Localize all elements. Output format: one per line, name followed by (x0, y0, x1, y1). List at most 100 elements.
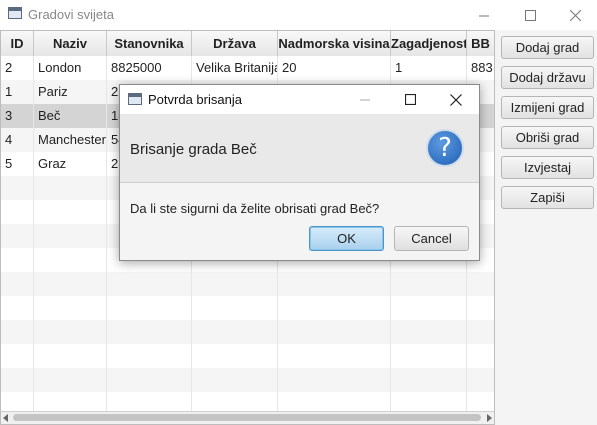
table-cell (34, 320, 107, 344)
table-cell: Pariz (34, 80, 107, 104)
column-header[interactable]: BB (467, 31, 494, 56)
delete-city-button[interactable]: Obriši grad (501, 126, 594, 149)
table-cell (34, 368, 107, 392)
table-cell (1, 176, 34, 200)
column-header[interactable]: ID (1, 31, 34, 56)
save-button[interactable]: Zapiši (501, 186, 594, 209)
table-cell (467, 272, 494, 296)
table-cell (278, 296, 391, 320)
column-header[interactable]: Zagadjenost (391, 31, 467, 56)
table-cell (391, 344, 467, 368)
table-cell (107, 272, 192, 296)
maximize-icon (524, 9, 536, 21)
report-button[interactable]: Izvjestaj (501, 156, 594, 179)
table-cell (1, 368, 34, 392)
add-city-button[interactable]: Dodaj grad (501, 36, 594, 59)
dialog-close-button[interactable] (433, 85, 479, 114)
dialog-title: Potvrda brisanja (148, 92, 242, 107)
table-cell (391, 272, 467, 296)
scroll-left-icon[interactable] (3, 414, 8, 422)
table-cell (278, 368, 391, 392)
dialog-header-text: Brisanje grada Beč (130, 141, 257, 158)
empty-table-row (1, 320, 494, 344)
empty-table-row (1, 344, 494, 368)
minimize-icon (478, 15, 489, 16)
table-cell (192, 272, 278, 296)
table-cell (34, 248, 107, 272)
table-cell: 1 (1, 80, 34, 104)
column-header[interactable]: Stanovnika (107, 31, 192, 56)
dialog-header: Brisanje grada Beč ? (120, 114, 479, 183)
minimize-icon (359, 99, 370, 101)
table-cell: 4 (1, 128, 34, 152)
table-cell (192, 320, 278, 344)
table-cell (278, 272, 391, 296)
table-cell (34, 344, 107, 368)
table-cell: London (34, 56, 107, 80)
table-cell (34, 296, 107, 320)
table-cell (278, 320, 391, 344)
scrollbar-thumb[interactable] (13, 414, 481, 421)
table-cell: Graz (34, 152, 107, 176)
table-cell: 3 (1, 104, 34, 128)
maximize-button[interactable] (507, 0, 553, 30)
table-cell: Velika Britanija (192, 56, 278, 80)
table-header: ID Naziv Stanovnika Država Nadmorska visina Z… (1, 31, 494, 57)
close-icon (450, 93, 462, 106)
table-cell (192, 296, 278, 320)
dialog-titlebar: Potvrda brisanja (120, 85, 479, 114)
question-icon: ? (426, 129, 464, 167)
table-cell (278, 344, 391, 368)
close-icon (569, 9, 581, 21)
minimize-button[interactable] (461, 0, 507, 30)
table-cell (1, 224, 34, 248)
table-cell (467, 344, 494, 368)
table-cell (391, 296, 467, 320)
table-cell: 20 (278, 56, 391, 80)
scroll-right-icon[interactable] (487, 414, 492, 422)
table-cell (1, 320, 34, 344)
dialog-maximize-button[interactable] (387, 85, 433, 114)
app-window-icon (8, 7, 22, 19)
horizontal-scrollbar[interactable] (1, 411, 494, 424)
table-cell (1, 272, 34, 296)
table-cell: Beč (34, 104, 107, 128)
dialog-window-icon (128, 93, 142, 105)
empty-table-row (1, 272, 494, 296)
table-cell (1, 296, 34, 320)
empty-table-row (1, 368, 494, 392)
ok-button[interactable]: OK (309, 226, 384, 251)
column-header[interactable]: Nadmorska visina (278, 31, 391, 56)
table-cell: 8825000 (107, 56, 192, 80)
empty-table-row (1, 296, 494, 320)
table-cell (34, 224, 107, 248)
column-header[interactable]: Naziv (34, 31, 107, 56)
table-cell (192, 344, 278, 368)
column-header[interactable]: Država (192, 31, 278, 56)
table-cell: 5 (1, 152, 34, 176)
table-cell (34, 272, 107, 296)
add-country-button[interactable]: Dodaj državu (501, 66, 594, 89)
table-cell (467, 320, 494, 344)
table-cell (34, 176, 107, 200)
window-titlebar: Gradovi svijeta (0, 0, 597, 30)
table-cell: 1 (391, 56, 467, 80)
table-cell: 2 (1, 56, 34, 80)
window-title: Gradovi svijeta (28, 7, 114, 22)
table-cell (34, 200, 107, 224)
table-cell: Manchester (34, 128, 107, 152)
table-cell (1, 200, 34, 224)
maximize-icon (404, 94, 416, 105)
table-row[interactable]: 2 London 8825000 Velika Britanija 20 1 883 (1, 56, 494, 80)
close-button[interactable] (552, 0, 597, 30)
table-cell (192, 368, 278, 392)
confirm-delete-dialog: Potvrda brisanja Brisanje grada Beč ? Da… (119, 84, 480, 261)
edit-city-button[interactable]: Izmijeni grad (501, 96, 594, 119)
cancel-button[interactable]: Cancel (394, 226, 469, 251)
table-cell (391, 320, 467, 344)
dialog-message: Da li ste sigurni da želite obrisati gra… (130, 201, 380, 216)
table-cell (107, 368, 192, 392)
dialog-minimize-button[interactable] (342, 85, 388, 114)
table-cell (107, 344, 192, 368)
table-cell (1, 248, 34, 272)
